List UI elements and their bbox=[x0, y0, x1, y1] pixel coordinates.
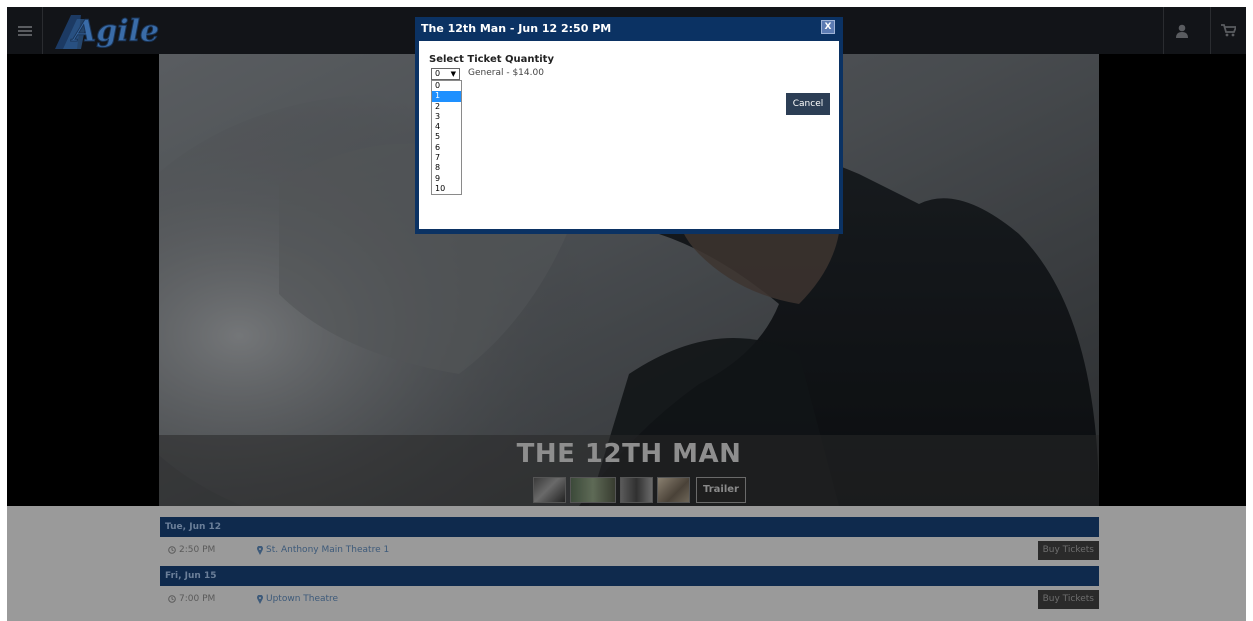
quantity-select[interactable]: 0 ▼ bbox=[431, 68, 460, 80]
quantity-option[interactable]: 8 bbox=[432, 163, 461, 173]
showtime-time-text: 7:00 PM bbox=[179, 594, 216, 604]
movie-title: THE 12TH MAN bbox=[516, 439, 742, 469]
quantity-option[interactable]: 1 bbox=[432, 91, 461, 102]
venue-link[interactable]: Uptown Theatre bbox=[266, 594, 338, 604]
logo-text: Agile bbox=[70, 14, 159, 49]
modal-header: The 12th Man - Jun 12 2:50 PM X bbox=[415, 17, 843, 41]
day-header: Tue, Jun 12 bbox=[160, 517, 1099, 537]
thumbnail-1[interactable] bbox=[533, 477, 566, 503]
select-quantity-heading: Select Ticket Quantity bbox=[429, 54, 554, 65]
quantity-option[interactable]: 2 bbox=[432, 102, 461, 112]
showtimes-list: Tue, Jun 12 2:50 PM St. Anthony Main The… bbox=[160, 517, 1099, 615]
quantity-option[interactable]: 3 bbox=[432, 112, 461, 122]
thumbnail-2[interactable] bbox=[570, 477, 616, 503]
showtime-row: 7:00 PM Uptown Theatre Buy Tickets bbox=[160, 586, 1099, 615]
user-icon bbox=[1175, 24, 1188, 38]
dropdown-arrow-icon: ▼ bbox=[450, 70, 456, 78]
cancel-button[interactable]: Cancel bbox=[786, 93, 830, 115]
close-button[interactable]: X bbox=[821, 20, 835, 34]
buy-tickets-button[interactable]: Buy Tickets bbox=[1037, 541, 1099, 560]
clock-icon bbox=[168, 546, 176, 554]
page: Agile THE 12TH MAN Trailer Tue, Jun 12 2… bbox=[0, 0, 1253, 621]
quantity-option[interactable]: 9 bbox=[432, 174, 461, 184]
showtime-venue[interactable]: St. Anthony Main Theatre 1 bbox=[257, 545, 389, 555]
showtime-venue[interactable]: Uptown Theatre bbox=[257, 594, 338, 604]
cart-button[interactable] bbox=[1210, 7, 1246, 54]
modal-title: The 12th Man - Jun 12 2:50 PM bbox=[421, 22, 612, 35]
thumbnail-4[interactable] bbox=[657, 477, 690, 503]
user-account-button[interactable] bbox=[1163, 7, 1199, 54]
venue-link[interactable]: St. Anthony Main Theatre 1 bbox=[266, 545, 389, 555]
clock-icon bbox=[168, 595, 176, 603]
showtime-row: 2:50 PM St. Anthony Main Theatre 1 Buy T… bbox=[160, 537, 1099, 566]
close-icon: X bbox=[824, 22, 832, 32]
ticket-type-label: General - $14.00 bbox=[468, 68, 544, 78]
agile-logo[interactable]: Agile bbox=[51, 9, 171, 51]
app-frame: Agile THE 12TH MAN Trailer Tue, Jun 12 2… bbox=[7, 7, 1246, 621]
map-pin-icon bbox=[257, 545, 263, 555]
map-pin-icon bbox=[257, 594, 263, 604]
quantity-option[interactable]: 7 bbox=[432, 153, 461, 163]
trailer-button[interactable]: Trailer bbox=[696, 477, 746, 503]
buy-tickets-button[interactable]: Buy Tickets bbox=[1037, 590, 1099, 609]
showtime-time: 7:00 PM bbox=[168, 594, 215, 604]
quantity-option[interactable]: 5 bbox=[432, 132, 461, 142]
thumbnail-3[interactable] bbox=[620, 477, 653, 503]
quantity-select-value: 0 bbox=[435, 69, 441, 78]
menu-button[interactable] bbox=[7, 7, 43, 54]
quantity-option[interactable]: 6 bbox=[432, 143, 461, 153]
ticket-quantity-modal: The 12th Man - Jun 12 2:50 PM X Select T… bbox=[415, 17, 843, 234]
quantity-option[interactable]: 10 bbox=[432, 184, 461, 194]
day-header: Fri, Jun 15 bbox=[160, 566, 1099, 586]
quantity-option[interactable]: 4 bbox=[432, 122, 461, 132]
showtime-time: 2:50 PM bbox=[168, 545, 215, 555]
quantity-dropdown-list[interactable]: 0 1 2 3 4 5 6 7 8 9 10 bbox=[431, 80, 462, 196]
cart-icon bbox=[1221, 24, 1236, 37]
quantity-option[interactable]: 0 bbox=[432, 81, 461, 91]
hamburger-icon bbox=[17, 25, 32, 36]
media-thumbnails: Trailer bbox=[533, 477, 746, 505]
showtime-time-text: 2:50 PM bbox=[179, 545, 216, 555]
